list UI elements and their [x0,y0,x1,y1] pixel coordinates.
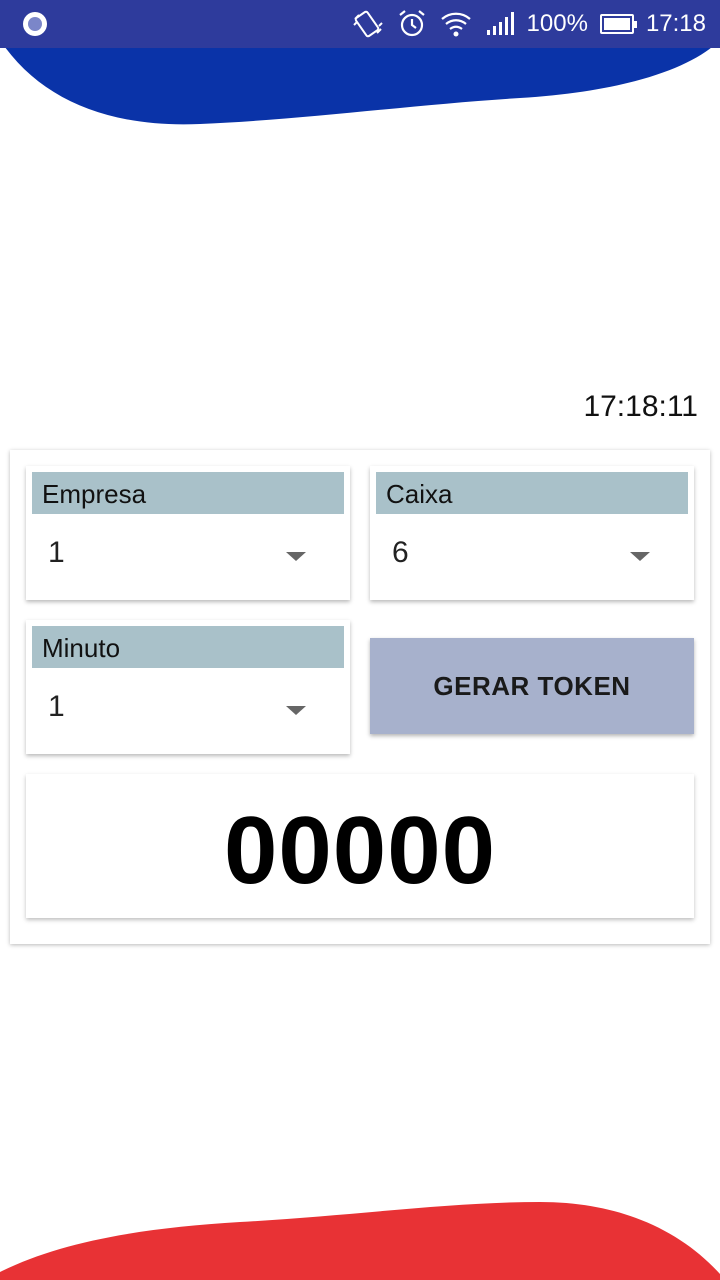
dropdown-arrow-icon [630,552,650,561]
current-time: 17:18:11 [583,390,698,423]
token-form-card: Empresa 1 Caixa 6 Minuto 1 GERAR TOKEN 0… [10,450,710,944]
status-indicators: 100% 17:18 [351,0,706,48]
minuto-value: 1 [48,690,65,723]
battery-percentage: 100% [526,10,588,37]
caixa-value: 6 [392,536,409,569]
generate-token-button[interactable]: GERAR TOKEN [370,638,694,734]
status-bar: 100% 17:18 [0,0,720,48]
empresa-select[interactable]: Empresa 1 [26,466,350,600]
wifi-icon [440,12,471,37]
status-time: 17:18 [645,10,706,37]
alarm-icon [398,10,425,37]
empresa-label: Empresa [32,472,344,514]
bottom-wave-decoration [0,1202,720,1280]
screen: 100% 17:18 17:18:11 Empresa 1 Caixa 6 Mi… [0,0,720,1280]
empresa-value: 1 [48,536,65,569]
battery-icon [599,14,637,34]
token-value: 00000 [224,797,496,904]
vibrate-icon [352,10,383,38]
dropdown-arrow-icon [286,706,306,715]
dropdown-arrow-icon [286,552,306,561]
app-notification-icon [23,12,47,36]
caixa-select[interactable]: Caixa 6 [370,466,694,600]
caixa-label: Caixa [376,472,688,514]
minuto-select[interactable]: Minuto 1 [26,620,350,754]
token-display: 00000 [26,774,694,918]
minuto-label: Minuto [32,626,344,668]
signal-icon [486,12,514,35]
battery-fill [603,18,630,30]
